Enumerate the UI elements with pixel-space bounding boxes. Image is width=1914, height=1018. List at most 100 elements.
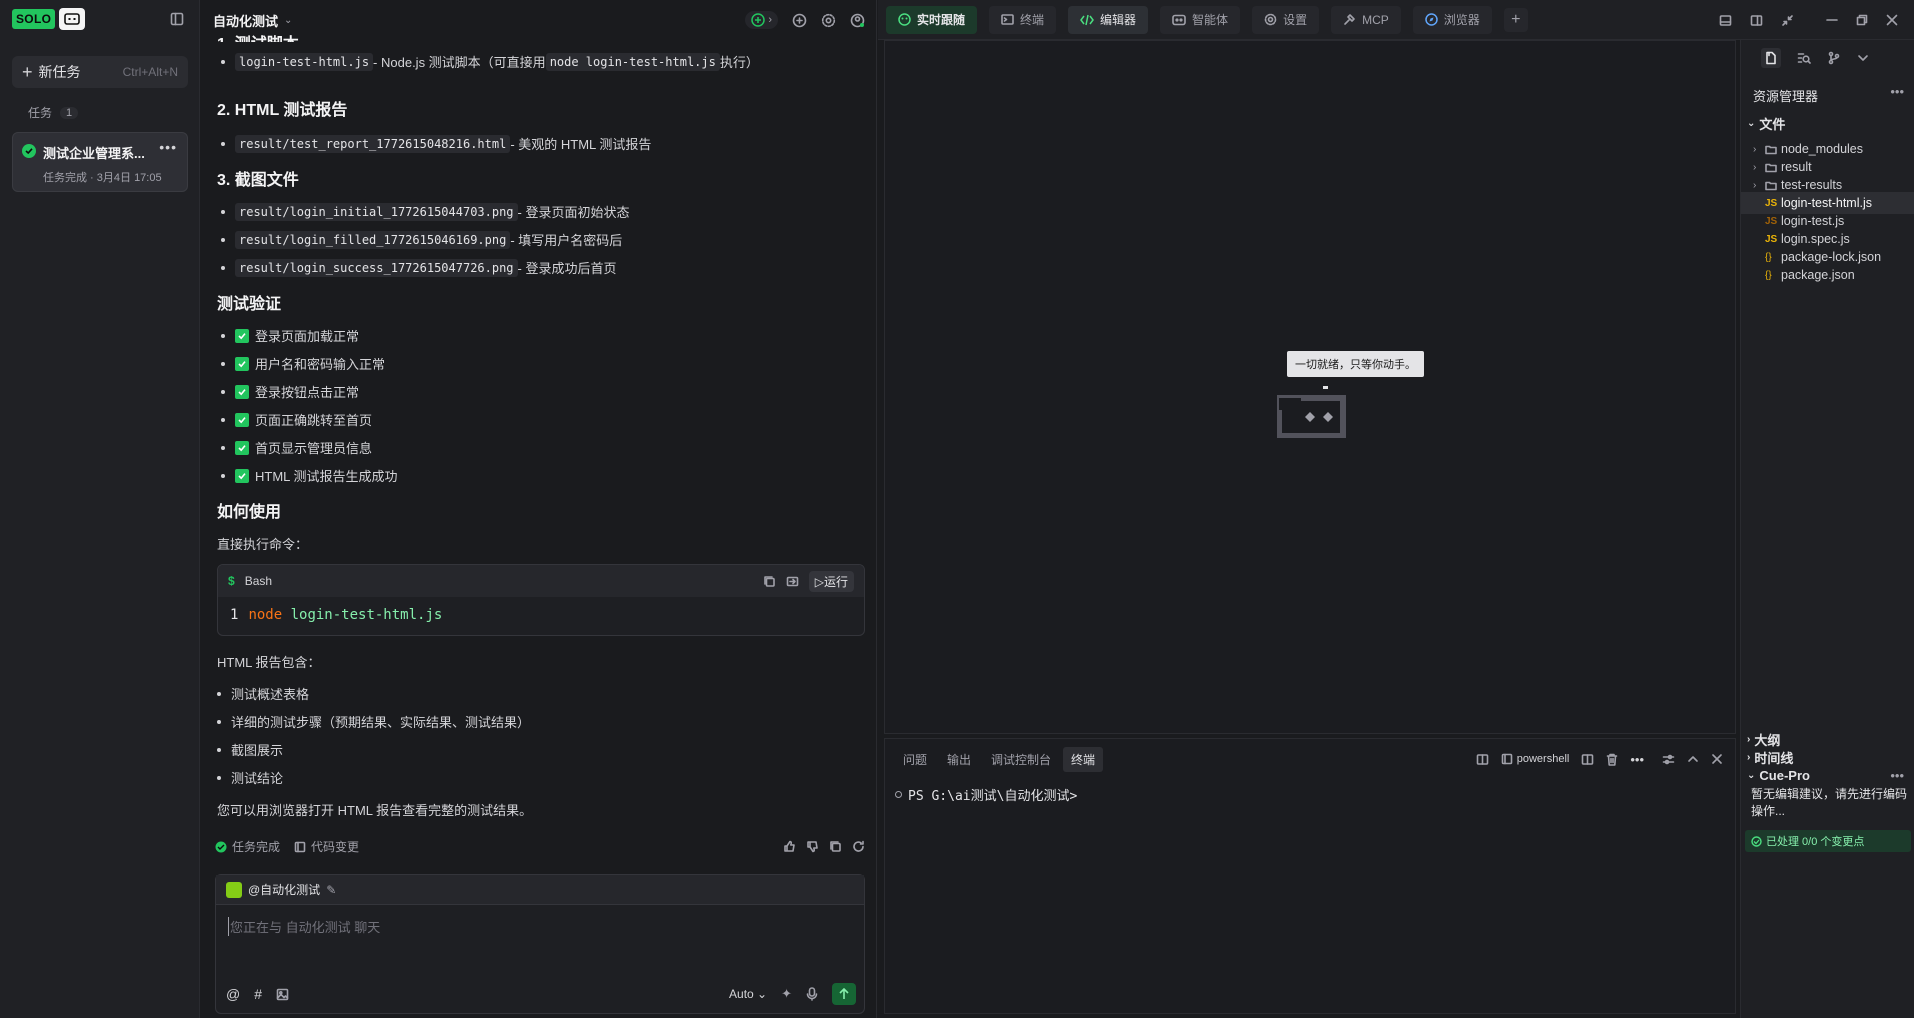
gear-icon (1264, 13, 1277, 26)
sparkle-icon[interactable]: ✦ (781, 986, 792, 1002)
add-tab-icon[interactable]: + (1503, 7, 1528, 32)
tab-debug-console[interactable]: 调试控制台 (983, 747, 1059, 772)
search-icon[interactable] (1797, 51, 1811, 65)
settings-icon[interactable] (821, 13, 836, 28)
folder-icon (1765, 180, 1777, 191)
copy-icon[interactable] (829, 840, 842, 853)
empty-state-bubble: 一切就绪，只等你动手。 (1287, 351, 1424, 377)
copy-icon[interactable] (763, 575, 776, 588)
partial-heading: 1. 测试脚本 (217, 30, 299, 42)
tasks-heading: 任务 1 (28, 104, 79, 121)
tab-browser[interactable]: 浏览器 (1412, 5, 1492, 34)
folder-icon (1765, 144, 1777, 155)
add-chat-icon[interactable] (792, 13, 807, 28)
hash-icon[interactable]: # (254, 986, 262, 1002)
json-file-icon: {} (1765, 269, 1772, 281)
js-file-icon: JS (1765, 233, 1778, 245)
code-changes-button[interactable]: 代码变更 (294, 838, 359, 855)
microphone-icon[interactable] (806, 987, 818, 1001)
split-icon[interactable] (1581, 753, 1594, 766)
collapse-icon[interactable] (1781, 14, 1794, 27)
folder-icon (1765, 162, 1777, 173)
explorer-toolbar (1741, 40, 1914, 76)
section-heading: 测试验证 (217, 296, 282, 313)
chat-input[interactable]: 您正在与 自动化测试 聊天 (228, 917, 380, 936)
line-number: 1 (230, 607, 239, 623)
terminal-icon (1001, 13, 1014, 26)
chat-composer[interactable]: @自动化测试 ✎ 您正在与 自动化测试 聊天 @ # Auto ⌄ ✦ (215, 874, 865, 1014)
tab-terminal[interactable]: 终端 (989, 5, 1057, 34)
tune-icon[interactable] (1662, 753, 1675, 766)
mcp-icon (1343, 13, 1356, 26)
cue-pro-section[interactable]: ⌄ Cue-Pro (1747, 768, 1810, 783)
run-code-button[interactable]: ▷运行 (808, 570, 854, 592)
outline-section[interactable]: › 大纲 (1747, 730, 1780, 749)
layout-sidebar-icon[interactable] (1750, 14, 1763, 27)
list-item: result/login_filled_1772615046169.png - … (221, 230, 622, 249)
send-button[interactable] (832, 983, 856, 1005)
command-keyword: node (248, 607, 283, 623)
tab-live-follow[interactable]: 实时跟随 (886, 5, 978, 34)
task-more-icon[interactable]: ••• (159, 139, 177, 155)
shell-select[interactable]: powershell (1501, 753, 1569, 765)
model-select[interactable]: Auto ⌄ (729, 987, 767, 1001)
file-item[interactable]: {} package.json (1741, 264, 1914, 286)
close-panel-icon[interactable] (1711, 753, 1723, 765)
task-meta: 任务完成 · 3月4日 17:05 (43, 172, 162, 184)
layout-panel-icon[interactable] (1719, 14, 1732, 27)
tab-problems[interactable]: 问题 (895, 747, 935, 772)
js-file-icon: JS (1765, 215, 1778, 227)
chevron-down-icon[interactable]: ⌄ (284, 15, 292, 26)
cue-more-icon[interactable]: ••• (1890, 768, 1904, 783)
list-item: login-test-html.js - Node.js 测试脚本（可直接用 n… (221, 52, 759, 71)
split-terminal-icon[interactable] (1476, 753, 1489, 766)
tab-terminal-panel[interactable]: 终端 (1063, 746, 1104, 772)
tab-agent[interactable]: 智能体 (1160, 5, 1241, 34)
robot-logo-icon (59, 8, 86, 30)
source-control-icon[interactable] (1827, 51, 1841, 65)
task-item[interactable]: 测试企业管理系... ••• 任务完成 · 3月4日 17:05 (12, 132, 188, 192)
new-task-button[interactable]: + 新任务 Ctrl+Alt+N (12, 56, 188, 88)
restore-icon[interactable] (1856, 14, 1868, 26)
thumbs-up-icon[interactable] (783, 840, 796, 853)
retry-icon[interactable] (852, 840, 865, 853)
explorer-root[interactable]: ⌄ 文件 (1747, 114, 1785, 133)
terminal-dollar-icon: $ (228, 574, 235, 588)
tab-mcp[interactable]: MCP (1331, 5, 1401, 34)
explorer-more-icon[interactable]: ••• (1890, 84, 1904, 99)
timeline-section[interactable]: › 时间线 (1747, 748, 1793, 767)
minimize-icon[interactable] (1826, 14, 1838, 26)
checkbox-icon (235, 412, 249, 427)
agent-icon (1172, 14, 1186, 26)
editor-area[interactable]: 一切就绪，只等你动手。 (884, 40, 1736, 734)
run-status-button[interactable]: › (745, 11, 778, 29)
code-icon (1080, 14, 1094, 26)
check-item: 登录页面加载正常 (221, 326, 359, 345)
check-circle-icon (22, 144, 36, 158)
thumbs-down-icon[interactable] (806, 840, 819, 853)
context-chip[interactable]: @自动化测试 ✎ (216, 875, 864, 905)
terminal-prompt[interactable]: PS G:\ai测试\自动化测试> (885, 779, 1735, 810)
trash-icon[interactable] (1606, 753, 1618, 766)
tab-settings[interactable]: 设置 (1252, 5, 1320, 34)
mention-icon[interactable]: @ (226, 986, 240, 1002)
tab-editor[interactable]: 编辑器 (1068, 5, 1149, 34)
maximize-panel-icon[interactable] (1687, 753, 1699, 765)
sidebar-toggle-icon[interactable] (170, 12, 184, 26)
tab-output[interactable]: 输出 (939, 747, 979, 772)
new-task-label: 新任务 (38, 64, 81, 80)
more-icon[interactable]: ••• (1630, 752, 1644, 767)
tasks-count-badge: 1 (60, 106, 79, 119)
prompt-circle-icon (895, 791, 902, 798)
image-icon[interactable] (276, 988, 289, 1001)
close-icon[interactable] (1886, 14, 1898, 26)
plus-icon: + (22, 61, 33, 82)
account-icon[interactable] (850, 13, 865, 28)
checkbox-icon (235, 356, 249, 371)
chevron-down-icon[interactable] (1857, 52, 1869, 64)
insert-icon[interactable] (786, 575, 799, 588)
js-file-icon: JS (1765, 197, 1778, 209)
task-done-status: 任务完成 (215, 838, 280, 855)
files-icon[interactable] (1761, 48, 1781, 68)
list-item: 测试概述表格 (217, 684, 309, 703)
